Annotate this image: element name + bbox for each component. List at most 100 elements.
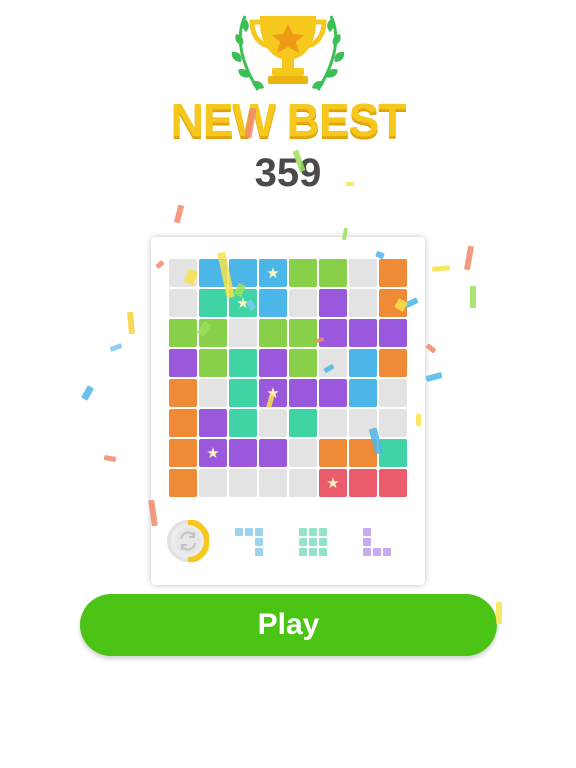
board-cell[interactable] (199, 259, 227, 287)
trophy-emblem (208, 10, 368, 98)
board-cell[interactable] (319, 289, 347, 317)
piece-block (299, 538, 307, 546)
board-cell[interactable] (379, 259, 407, 287)
board-cell[interactable] (289, 439, 317, 467)
board-cell[interactable] (379, 349, 407, 377)
piece-corner[interactable] (363, 528, 393, 558)
board-cell[interactable] (289, 319, 317, 347)
board-cell[interactable] (319, 349, 347, 377)
best-score: 359 (254, 151, 322, 195)
board-cell[interactable] (349, 409, 377, 437)
star-icon: ★ (236, 294, 250, 312)
board-cell[interactable] (379, 289, 407, 317)
board-cell[interactable] (289, 409, 317, 437)
board-cell[interactable] (169, 349, 197, 377)
board-cell[interactable] (169, 409, 197, 437)
board-cell[interactable] (169, 259, 197, 287)
board-cell[interactable] (379, 319, 407, 347)
board-cell[interactable] (199, 319, 227, 347)
rotate-button[interactable] (167, 520, 209, 562)
board-cell[interactable] (289, 349, 317, 377)
board-cell[interactable] (229, 409, 257, 437)
board-cell[interactable] (169, 379, 197, 407)
piece-block (245, 528, 253, 536)
board-cell[interactable] (379, 439, 407, 467)
confetti-piece (127, 311, 135, 335)
board-cell[interactable] (319, 259, 347, 287)
star-icon: ★ (266, 384, 280, 402)
board-cell[interactable] (169, 289, 197, 317)
board-cell[interactable] (379, 379, 407, 407)
board-cell[interactable] (319, 379, 347, 407)
board-cell[interactable] (229, 259, 257, 287)
piece-block (255, 538, 263, 546)
board-cell[interactable] (199, 289, 227, 317)
board-cell[interactable] (289, 259, 317, 287)
board-cell[interactable] (289, 289, 317, 317)
board-cell[interactable]: ★ (229, 289, 257, 317)
board-cell[interactable] (349, 259, 377, 287)
board-cell[interactable] (259, 349, 287, 377)
confetti-piece (103, 454, 117, 463)
board-cell[interactable]: ★ (259, 379, 287, 407)
board-cell[interactable] (259, 289, 287, 317)
board-cell[interactable] (199, 349, 227, 377)
confetti-piece (173, 204, 185, 224)
board-cell[interactable] (199, 469, 227, 497)
piece-block (235, 528, 243, 536)
star-icon: ★ (326, 474, 340, 492)
board-cell[interactable] (199, 379, 227, 407)
board-cell[interactable] (169, 439, 197, 467)
board-cell[interactable] (169, 319, 197, 347)
board-cell[interactable] (259, 409, 287, 437)
board-cell[interactable] (259, 469, 287, 497)
board-cell[interactable] (349, 289, 377, 317)
board-cell[interactable] (349, 439, 377, 467)
confetti-piece (425, 372, 443, 382)
piece-block (319, 548, 327, 556)
board-cell[interactable] (349, 319, 377, 347)
piece-block (309, 538, 317, 546)
piece-tray (151, 510, 425, 572)
board-cell[interactable]: ★ (199, 439, 227, 467)
board-cell[interactable] (199, 409, 227, 437)
board-cell[interactable] (169, 469, 197, 497)
piece-block (309, 528, 317, 536)
play-button[interactable]: Play (80, 594, 497, 656)
piece-block (383, 548, 391, 556)
board-cell[interactable] (349, 349, 377, 377)
board-cell[interactable] (379, 469, 407, 497)
laurel-icon (231, 15, 264, 91)
board-cell[interactable] (319, 409, 347, 437)
board-cell[interactable]: ★ (259, 259, 287, 287)
piece-square[interactable] (299, 528, 329, 558)
board-cell[interactable] (379, 409, 407, 437)
board-cell[interactable] (289, 469, 317, 497)
board-cell[interactable] (229, 439, 257, 467)
piece-block (255, 548, 263, 556)
piece-block (309, 548, 317, 556)
board-cell[interactable] (229, 319, 257, 347)
piece-block (373, 548, 381, 556)
board-cell[interactable] (229, 379, 257, 407)
rotate-icon (167, 520, 209, 562)
piece-hook[interactable] (235, 528, 265, 558)
confetti-piece (425, 343, 437, 354)
board-cell[interactable]: ★ (319, 469, 347, 497)
board-cell[interactable] (289, 379, 317, 407)
confetti-piece (496, 602, 502, 624)
board-cell[interactable] (259, 319, 287, 347)
board-cell[interactable] (259, 439, 287, 467)
board-cell[interactable] (349, 469, 377, 497)
piece-block (299, 548, 307, 556)
confetti-piece (431, 265, 451, 272)
board-cell[interactable] (229, 349, 257, 377)
board-cell[interactable] (349, 379, 377, 407)
new-best-title: NEW BEST (170, 94, 407, 146)
board-cell[interactable] (319, 319, 347, 347)
board-cell[interactable] (319, 439, 347, 467)
piece-block (319, 528, 327, 536)
star-icon: ★ (206, 444, 220, 462)
confetti-piece (470, 286, 476, 308)
board-cell[interactable] (229, 469, 257, 497)
